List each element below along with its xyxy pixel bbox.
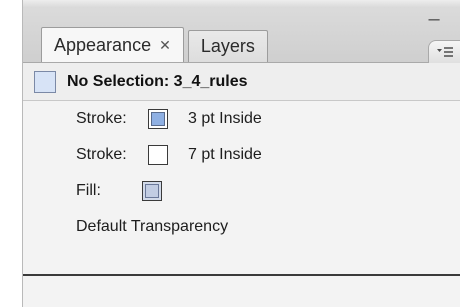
tab-layers[interactable]: Layers bbox=[187, 30, 268, 62]
transparency-row[interactable]: Default Transparency bbox=[23, 209, 460, 245]
appearance-content: No Selection: 3_4_rules Stroke: 3 pt Ins… bbox=[23, 63, 460, 245]
tab-appearance[interactable]: Appearance ✕ bbox=[41, 27, 184, 62]
panel-divider bbox=[23, 274, 460, 276]
selection-swatch bbox=[34, 70, 56, 93]
stroke-row-1[interactable]: Stroke: 3 pt Inside bbox=[23, 101, 460, 137]
stroke-value: 7 pt Inside bbox=[188, 146, 262, 163]
appearance-panel: – Appearance ✕ Layers No Selection: 3_4_… bbox=[22, 0, 460, 307]
selection-header[interactable]: No Selection: 3_4_rules bbox=[23, 63, 460, 101]
stroke-label: Stroke: bbox=[76, 110, 127, 127]
menu-icon[interactable] bbox=[428, 40, 460, 63]
panel-tab-strip: – Appearance ✕ Layers bbox=[23, 0, 460, 63]
stroke-swatch[interactable] bbox=[148, 145, 168, 165]
stroke-row-2[interactable]: Stroke: 7 pt Inside bbox=[23, 137, 460, 173]
tab-bar: Appearance ✕ Layers bbox=[41, 27, 272, 62]
stroke-value: 3 pt Inside bbox=[188, 110, 262, 127]
fill-row[interactable]: Fill: bbox=[23, 173, 460, 209]
tab-label: Appearance bbox=[54, 34, 152, 55]
minus-icon[interactable]: – bbox=[425, 9, 443, 29]
fill-swatch[interactable] bbox=[142, 181, 162, 201]
transparency-label: Default Transparency bbox=[76, 218, 229, 235]
fill-label: Fill: bbox=[76, 182, 101, 199]
stroke-label: Stroke: bbox=[76, 146, 127, 163]
close-icon[interactable]: ✕ bbox=[159, 37, 171, 54]
stroke-swatch[interactable] bbox=[148, 109, 168, 129]
selection-label: No Selection: 3_4_rules bbox=[67, 72, 248, 90]
tab-label: Layers bbox=[200, 36, 255, 56]
